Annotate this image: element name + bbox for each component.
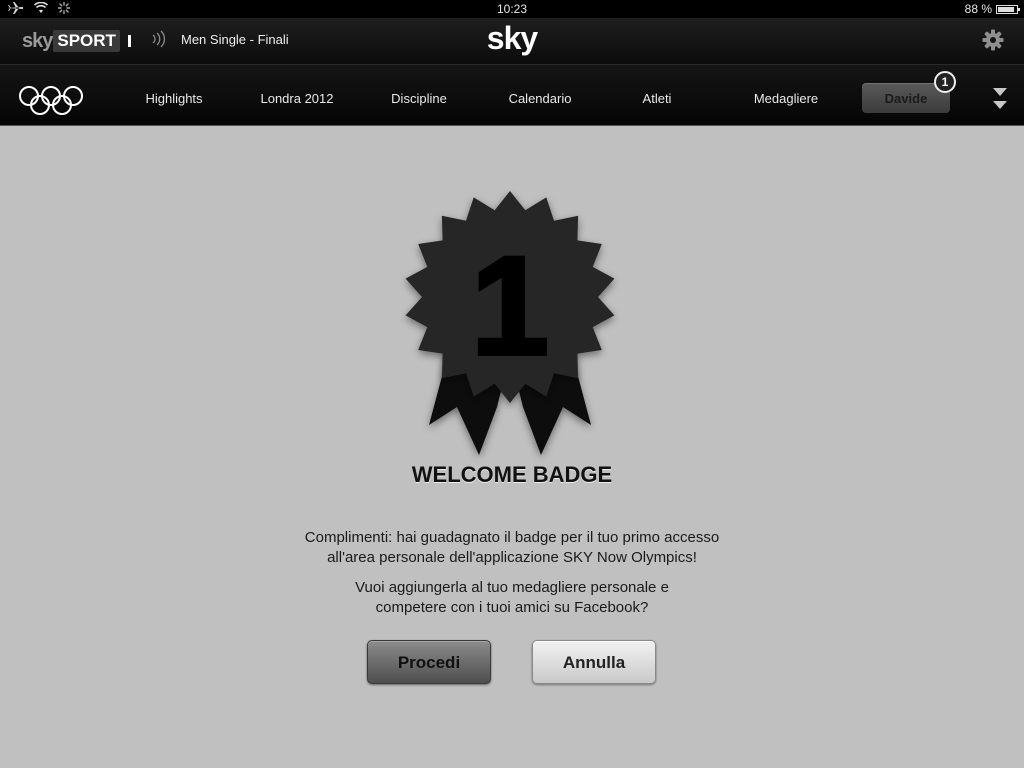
message-line: Vuoi aggiungerla al tuo medagliere perso… xyxy=(355,579,669,596)
sky-logo: sky xyxy=(486,20,538,56)
double-chevron-down-icon[interactable] xyxy=(990,85,1010,113)
nav-londra-2012[interactable]: Londra 2012 xyxy=(240,65,354,125)
nav-atleti[interactable]: Atleti xyxy=(614,65,700,125)
message-line: all'area personale dell'applicazione SKY… xyxy=(327,549,697,566)
gear-icon[interactable] xyxy=(982,29,1004,51)
status-time: 10:23 xyxy=(496,2,528,16)
app-header: sky SPORT Men Single - Finali sky xyxy=(0,18,1024,65)
procedi-button[interactable]: Procedi xyxy=(367,640,491,684)
nav-discipline[interactable]: Discipline xyxy=(366,65,472,125)
nav-highlights[interactable]: Highlights xyxy=(122,65,226,125)
olympic-rings-icon[interactable] xyxy=(18,85,84,117)
facebook-prompt-message: Vuoi aggiungerla al tuo medagliere perso… xyxy=(262,578,762,618)
congratulations-message: Complimenti: hai guadagnato il badge per… xyxy=(262,528,762,568)
badge-number: 1 xyxy=(471,227,549,384)
message-line: competere con i tuoi amici su Facebook? xyxy=(375,599,649,616)
battery-percent: 88 % xyxy=(964,2,992,16)
annulla-button[interactable]: Annulla xyxy=(532,640,656,684)
message-line: Complimenti: hai guadagnato il badge per… xyxy=(304,529,720,546)
nav-calendario[interactable]: Calendario xyxy=(486,65,594,125)
nav-medagliere[interactable]: Medagliere xyxy=(730,65,842,125)
main-nav: Highlights Londra 2012 Discipline Calend… xyxy=(0,65,1024,126)
badge-title: WELCOME BADGE xyxy=(411,462,613,487)
status-bar: 10:23 88 % xyxy=(0,0,1024,18)
battery-icon xyxy=(996,4,1020,14)
notification-count-badge: 1 xyxy=(934,71,956,93)
welcome-badge-graphic: 1 xyxy=(395,185,625,475)
